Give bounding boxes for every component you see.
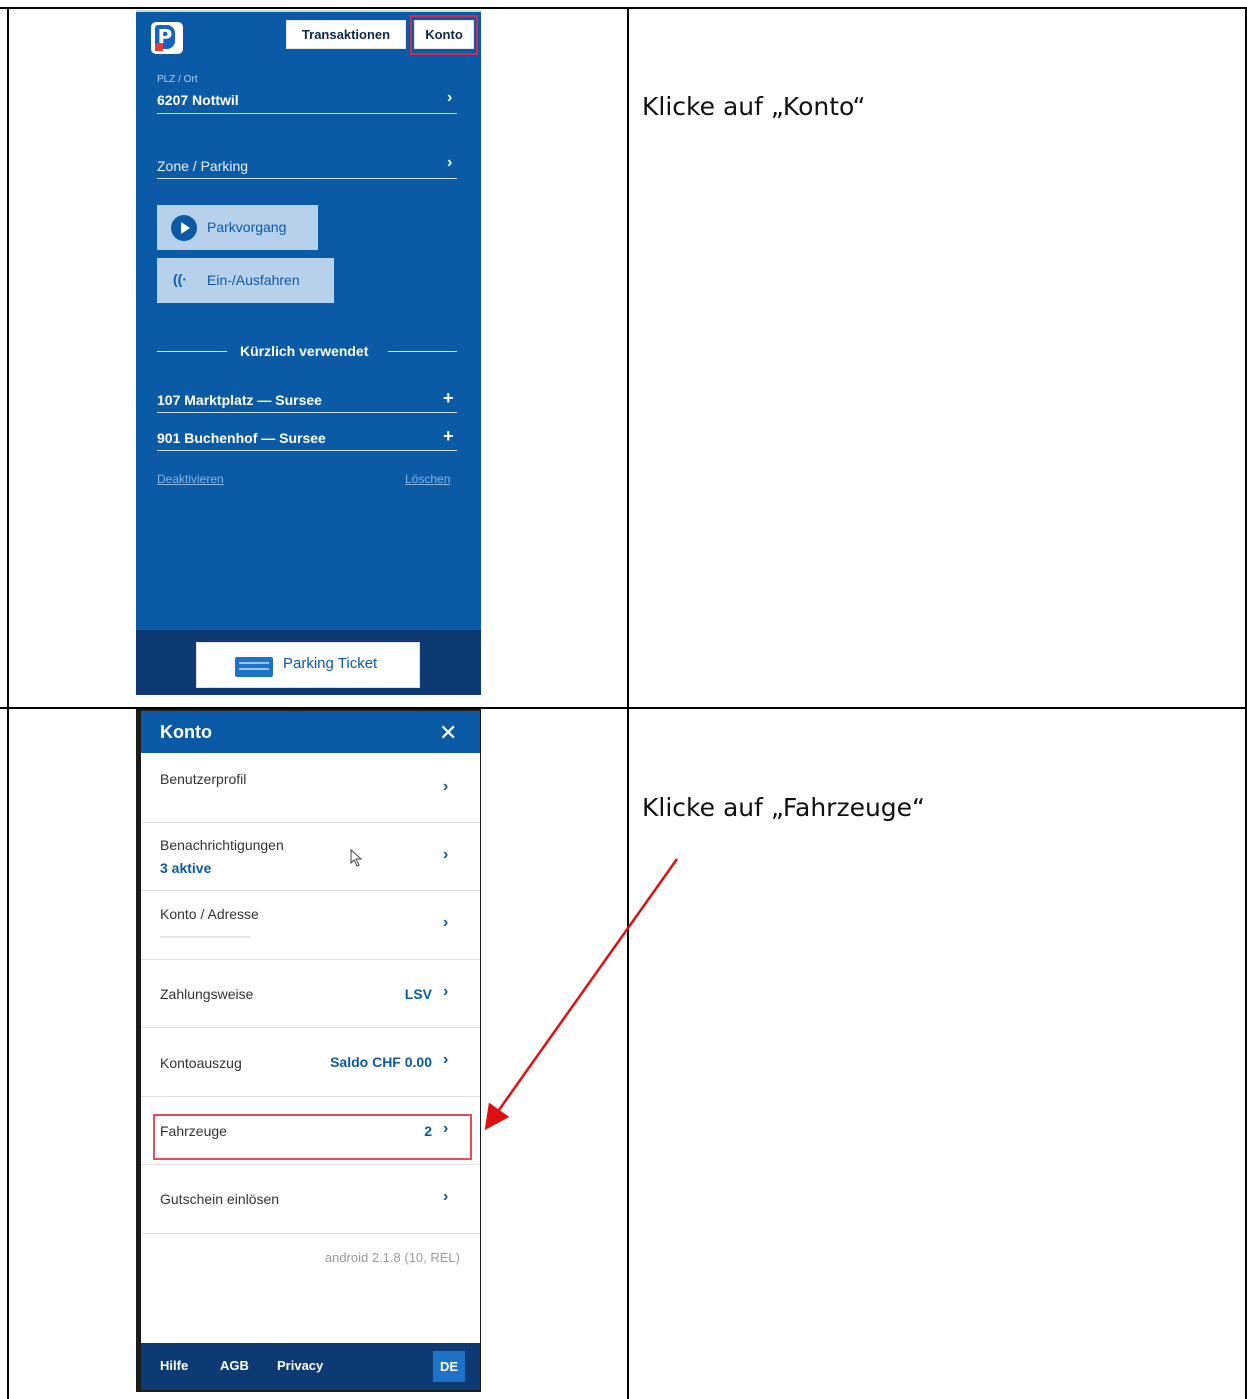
parking-button-label: Parkvorgang: [207, 219, 287, 235]
table-border-left: [7, 7, 9, 1399]
recent-underline-2: [157, 450, 457, 451]
row-label: Konto / Adresse: [160, 906, 259, 922]
menu-row-statement[interactable]: Kontoauszug Saldo CHF 0.00 ›: [141, 1027, 480, 1097]
chevron-right-icon: ›: [443, 778, 449, 795]
row-label: Benutzerprofil: [160, 771, 247, 787]
divider-left: [157, 351, 227, 352]
location-value[interactable]: 6207 Nottwil: [157, 92, 239, 108]
row-value: LSV: [404, 986, 432, 1002]
menu-row-notifications[interactable]: Benachrichtigungen 3 aktive ›: [141, 822, 480, 891]
recent-item-2[interactable]: 901 Buchenhof — Sursee: [157, 430, 326, 446]
mouse-cursor-icon: [350, 849, 363, 867]
help-link[interactable]: Hilfe: [160, 1358, 188, 1373]
row-label: Benachrichtigungen: [160, 837, 284, 853]
zone-underline: [157, 178, 457, 179]
menu-row-voucher[interactable]: Gutschein einlösen ›: [141, 1164, 480, 1234]
entry-exit-button-label: Ein-/Ausfahren: [207, 272, 300, 288]
page-title: Konto: [160, 722, 212, 742]
location-label: PLZ / Ort: [157, 74, 198, 85]
menu-row-payment[interactable]: Zahlungsweise LSV ›: [141, 959, 480, 1028]
nfc-icon: ((·: [173, 271, 187, 287]
tab-transactions[interactable]: Transaktionen: [286, 20, 406, 49]
plus-icon[interactable]: +: [443, 388, 454, 409]
status-line: [136, 10, 481, 12]
chevron-right-icon: ›: [443, 983, 449, 1000]
table-border-center: [627, 7, 629, 1399]
play-icon: [171, 215, 197, 241]
ticket-icon: [235, 657, 273, 677]
parking-button[interactable]: Parkvorgang: [157, 205, 318, 250]
chevron-right-icon: ›: [443, 846, 449, 863]
recent-title: Kürzlich verwendet: [240, 343, 369, 359]
parking-ticket-button[interactable]: Parking Ticket: [196, 642, 420, 688]
instruction-step-1: Klicke auf „Konto“: [642, 92, 866, 121]
logo-p-icon: P: [155, 25, 175, 51]
terms-link[interactable]: AGB: [220, 1358, 249, 1373]
recent-underline-1: [157, 412, 457, 413]
zone-field[interactable]: Zone / Parking: [157, 158, 248, 174]
chevron-right-icon[interactable]: ›: [447, 154, 452, 172]
row-label: Kontoauszug: [160, 1055, 242, 1071]
row-label: Zahlungsweise: [160, 986, 254, 1002]
konto-header: Konto ✕: [141, 711, 480, 753]
chevron-right-icon: ›: [443, 914, 449, 931]
vehicles-highlight-box: [153, 1114, 472, 1160]
menu-row-address[interactable]: Konto / Adresse ›: [141, 890, 480, 960]
delete-link[interactable]: Löschen: [405, 472, 450, 486]
app-screen-konto: Konto ✕ Benutzerprofil › Benachrichtigun…: [141, 711, 480, 1390]
language-button[interactable]: DE: [433, 1351, 465, 1382]
table-border-top: [0, 7, 1247, 9]
divider-right: [388, 351, 457, 352]
menu-row-profile[interactable]: Benutzerprofil ›: [141, 753, 480, 823]
chevron-right-icon: ›: [443, 1188, 449, 1205]
app-version: android 2.1.8 (10, REL): [324, 1250, 460, 1265]
plus-icon[interactable]: +: [443, 426, 454, 447]
chevron-right-icon: ›: [443, 1051, 449, 1068]
arrow-line: [484, 858, 679, 1131]
deactivate-link[interactable]: Deaktivieren: [157, 472, 224, 486]
bottom-bar: Parking Ticket: [136, 630, 481, 695]
konto-highlight-box: [410, 15, 478, 55]
entry-exit-button[interactable]: ((· Ein-/Ausfahren: [157, 258, 334, 303]
parking-ticket-label: Parking Ticket: [283, 655, 378, 672]
row-label: Gutschein einlösen: [160, 1191, 280, 1207]
chevron-right-icon[interactable]: ›: [447, 89, 452, 107]
location-underline: [157, 113, 457, 114]
app-logo: P: [151, 22, 183, 54]
app-screen-home: P Transaktionen Konto PLZ / Ort 6207 Not…: [136, 10, 481, 695]
redacted-address: [160, 936, 250, 938]
recent-item-1[interactable]: 107 Marktplatz — Sursee: [157, 392, 322, 408]
close-icon[interactable]: ✕: [439, 720, 457, 746]
privacy-link[interactable]: Privacy: [277, 1358, 323, 1373]
row-value: Saldo CHF 0.00: [330, 1054, 432, 1070]
instruction-step-2: Klicke auf „Fahrzeuge“: [642, 793, 925, 822]
row-sublabel: 3 aktive: [160, 860, 212, 876]
footer-bar: Hilfe AGB Privacy DE: [141, 1343, 480, 1390]
